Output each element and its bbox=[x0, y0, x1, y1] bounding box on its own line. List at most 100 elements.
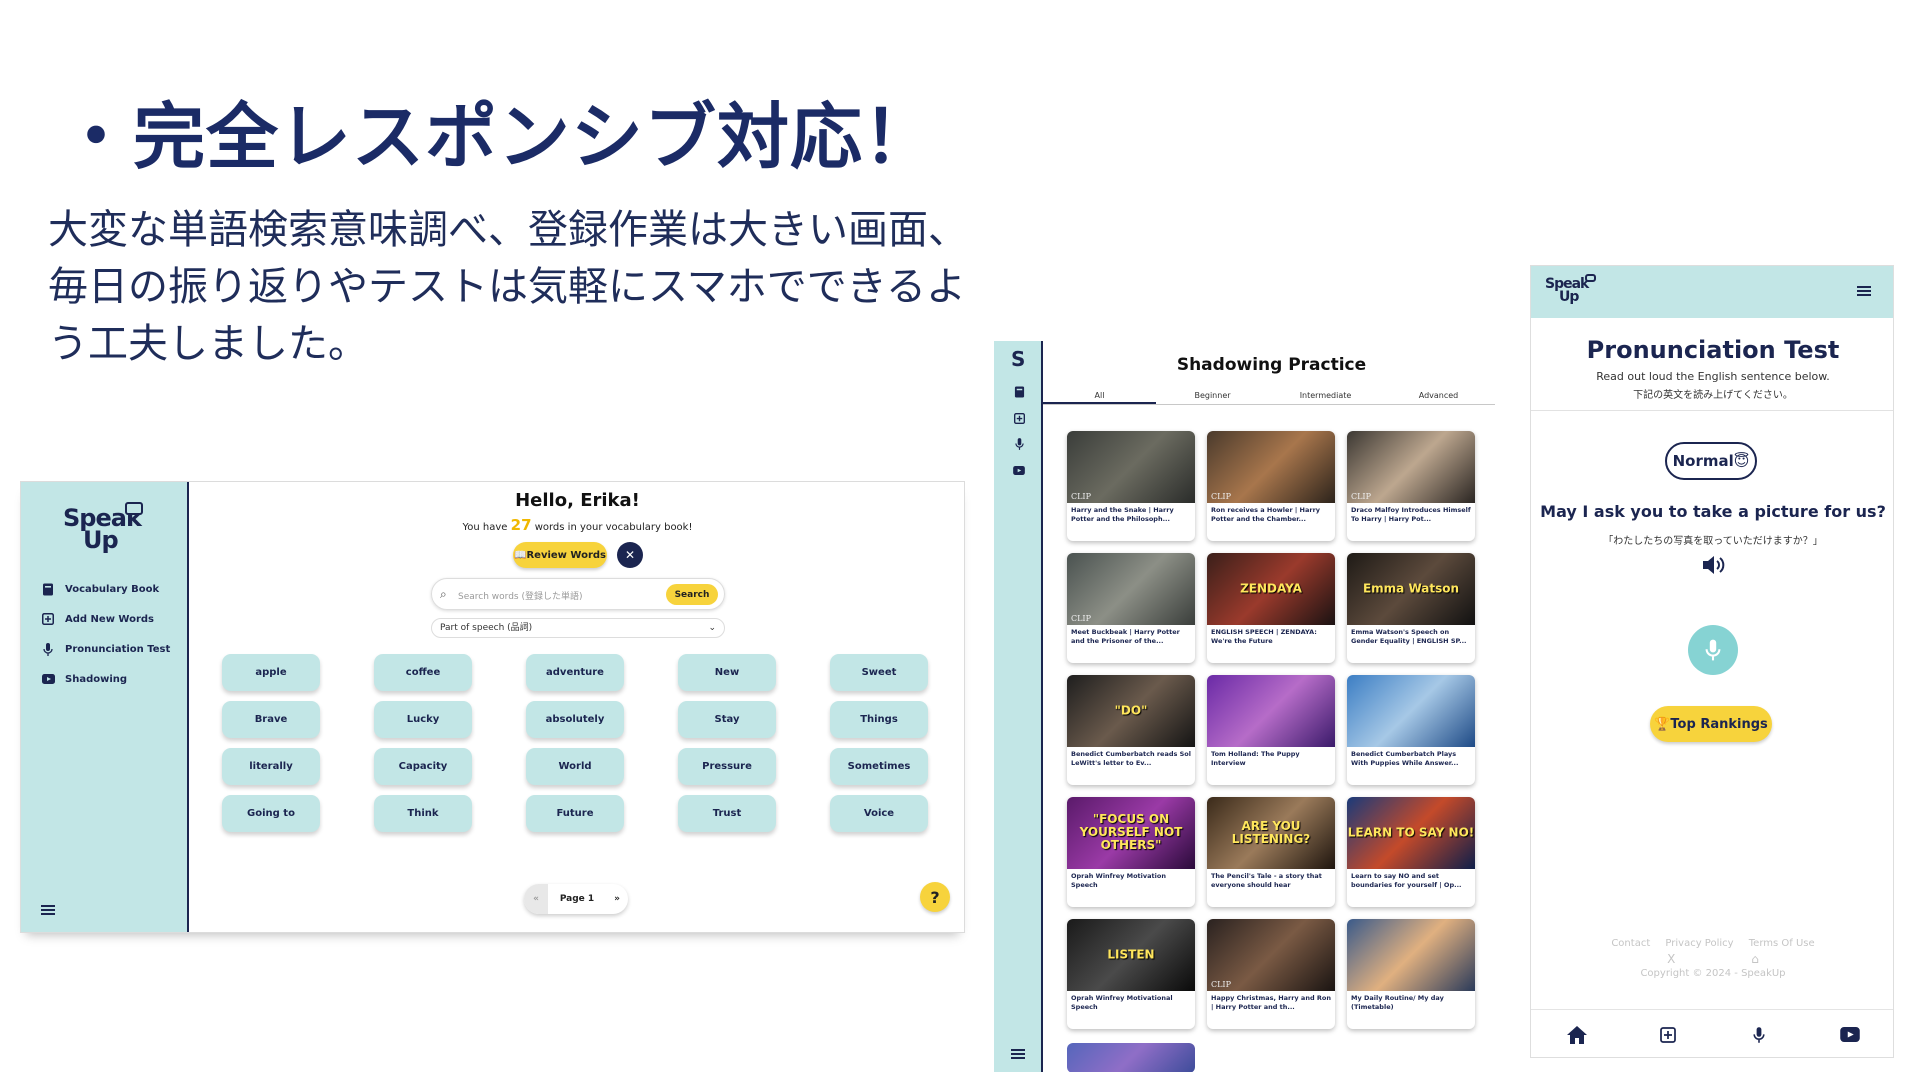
video-thumbnail[interactable] bbox=[1347, 919, 1475, 991]
video-thumbnail[interactable] bbox=[1207, 675, 1335, 747]
word-card[interactable]: World bbox=[526, 748, 624, 785]
video-card[interactable]: LISTEN Oprah Winfrey Motivational Speech bbox=[1067, 919, 1195, 1029]
video-thumbnail[interactable]: ZENDAYA bbox=[1207, 553, 1335, 625]
review-words-button[interactable]: 📖Review Words bbox=[513, 542, 607, 568]
microphone-icon[interactable] bbox=[1012, 437, 1026, 451]
search-button[interactable]: Search bbox=[666, 584, 718, 605]
github-icon[interactable]: ⌂ bbox=[1751, 952, 1759, 966]
video-card[interactable]: My Daily Routine/ My day (Timetable) bbox=[1347, 919, 1475, 1029]
description-line: 毎日の振り返りやテストは気軽にスマホでできるよ bbox=[48, 264, 966, 310]
video-title: Ron receives a Howler | Harry Potter and… bbox=[1211, 506, 1321, 523]
word-card[interactable]: coffee bbox=[374, 654, 472, 691]
tab-all[interactable]: All bbox=[1043, 389, 1156, 404]
word-card[interactable]: Think bbox=[374, 795, 472, 832]
help-button[interactable]: ? bbox=[920, 882, 950, 912]
speakup-logo[interactable]: Speak Up bbox=[1545, 274, 1596, 303]
next-page-button[interactable]: » bbox=[606, 894, 628, 904]
video-thumbnail[interactable]: CLIP bbox=[1067, 553, 1195, 625]
video-card[interactable]: CLIP Draco Malfoy Introduces Himself To H… bbox=[1347, 431, 1475, 541]
video-thumbnail[interactable] bbox=[1067, 1043, 1195, 1072]
word-card[interactable]: literally bbox=[222, 748, 320, 785]
word-card[interactable]: adventure bbox=[526, 654, 624, 691]
video-card[interactable]: "DO" Benedict Cumberbatch reads Sol LeWit… bbox=[1067, 675, 1195, 785]
home-icon[interactable] bbox=[1565, 1023, 1589, 1047]
sidebar-item-shadowing[interactable]: Shadowing bbox=[41, 664, 170, 694]
record-button[interactable] bbox=[1688, 625, 1738, 675]
hamburger-menu-icon[interactable] bbox=[41, 905, 55, 915]
video-thumbnail[interactable]: LISTEN bbox=[1067, 919, 1195, 991]
video-card[interactable]: "FOCUS ON YOURSELF NOT OTHERS" Oprah Winf… bbox=[1067, 797, 1195, 907]
video-card[interactable]: CLIP Happy Christmas, Harry and Ron | Har… bbox=[1207, 919, 1335, 1029]
footer-link-terms[interactable]: Terms Of Use bbox=[1749, 938, 1815, 949]
footer-link-privacy[interactable]: Privacy Policy bbox=[1665, 938, 1733, 949]
sidebar-item-add-new-words[interactable]: Add New Words bbox=[41, 604, 170, 634]
logo-letter[interactable]: S bbox=[1011, 347, 1025, 371]
microphone-icon[interactable] bbox=[1747, 1023, 1771, 1047]
tab-advanced[interactable]: Advanced bbox=[1382, 389, 1495, 404]
x-share-button[interactable]: ✕ bbox=[617, 542, 643, 568]
word-card[interactable]: Sometimes bbox=[830, 748, 928, 785]
video-thumbnail[interactable]: ARE YOU LISTENING? bbox=[1207, 797, 1335, 869]
description-line: 大変な単語検索意味調べ、登録作業は大きい画面、 bbox=[48, 207, 968, 253]
video-card[interactable]: LEARN TO SAY NO! Learn to say NO and set … bbox=[1347, 797, 1475, 907]
word-card[interactable]: Lucky bbox=[374, 701, 472, 738]
word-card[interactable]: Things bbox=[830, 701, 928, 738]
speech-bubble-icon bbox=[125, 502, 143, 515]
video-card[interactable]: ZENDAYA ENGLISH SPEECH | ZENDAYA: We're t… bbox=[1207, 553, 1335, 663]
slide-description: 大変な単語検索意味調べ、登録作業は大きい画面、 毎日の振り返りやテストは気軽にス… bbox=[48, 202, 1028, 373]
video-thumbnail[interactable] bbox=[1347, 675, 1475, 747]
prev-page-button[interactable]: « bbox=[524, 884, 548, 914]
sidebar-item-vocabulary-book[interactable]: Vocabulary Book bbox=[41, 574, 170, 604]
word-card[interactable]: Sweet bbox=[830, 654, 928, 691]
video-thumbnail[interactable]: LEARN TO SAY NO! bbox=[1347, 797, 1475, 869]
speaker-icon[interactable] bbox=[1701, 553, 1727, 577]
video-thumbnail[interactable]: "DO" bbox=[1067, 675, 1195, 747]
video-thumbnail[interactable]: Emma Watson bbox=[1347, 553, 1475, 625]
word-card[interactable]: apple bbox=[222, 654, 320, 691]
video-title: Happy Christmas, Harry and Ron | Harry P… bbox=[1211, 994, 1331, 1011]
book-icon[interactable] bbox=[1012, 385, 1026, 399]
word-card[interactable]: Pressure bbox=[678, 748, 776, 785]
video-card[interactable]: CLIP Harry and the Snake | Harry Potter a… bbox=[1067, 431, 1195, 541]
hamburger-menu-icon[interactable] bbox=[1857, 286, 1871, 296]
video-thumbnail[interactable]: CLIP bbox=[1207, 919, 1335, 991]
video-card[interactable]: Emma Watson Emma Watson's Speech on Gende… bbox=[1347, 553, 1475, 663]
video-card[interactable]: Tom Holland: The Puppy Interview bbox=[1207, 675, 1335, 785]
word-card[interactable]: Capacity bbox=[374, 748, 472, 785]
plus-square-icon[interactable] bbox=[1656, 1023, 1680, 1047]
sidebar-item-pronunciation-test[interactable]: Pronunciation Test bbox=[41, 634, 170, 664]
search-placeholder: Search words (登録した単語) bbox=[458, 592, 583, 602]
x-icon[interactable]: X bbox=[1667, 952, 1675, 966]
part-of-speech-select[interactable]: Part of speech (品詞) ⌄ bbox=[431, 618, 725, 638]
footer-link-contact[interactable]: Contact bbox=[1611, 938, 1650, 949]
word-card[interactable]: Future bbox=[526, 795, 624, 832]
plus-square-icon[interactable] bbox=[1012, 411, 1026, 425]
hamburger-menu-icon[interactable] bbox=[1011, 1049, 1025, 1059]
video-thumbnail[interactable]: CLIP bbox=[1207, 431, 1335, 503]
top-rankings-button[interactable]: 🏆Top Rankings bbox=[1650, 706, 1772, 742]
page-indicator: Page 1 bbox=[559, 894, 595, 904]
word-card[interactable]: Brave bbox=[222, 701, 320, 738]
word-card[interactable]: Stay bbox=[678, 701, 776, 738]
word-card[interactable]: absolutely bbox=[526, 701, 624, 738]
video-card[interactable]: CLIP Meet Buckbeak | Harry Potter and the… bbox=[1067, 553, 1195, 663]
word-card[interactable]: Voice bbox=[830, 795, 928, 832]
word-card[interactable]: Going to bbox=[222, 795, 320, 832]
video-card[interactable]: CLIP Ron receives a Howler | Harry Potter… bbox=[1207, 431, 1335, 541]
word-card[interactable]: New bbox=[678, 654, 776, 691]
video-icon[interactable] bbox=[1012, 463, 1026, 477]
video-thumbnail[interactable]: CLIP bbox=[1067, 431, 1195, 503]
difficulty-badge[interactable]: Normal😇 bbox=[1665, 442, 1757, 480]
video-card[interactable]: ARE YOU LISTENING? The Pencil's Tale - a … bbox=[1207, 797, 1335, 907]
word-card[interactable]: Trust bbox=[678, 795, 776, 832]
test-sentence-translation: 「わたしたちの写真を取っていただけますか？」 bbox=[1603, 536, 1823, 547]
tab-intermediate[interactable]: Intermediate bbox=[1269, 389, 1382, 404]
tab-beginner[interactable]: Beginner bbox=[1156, 389, 1269, 404]
video-icon[interactable] bbox=[1838, 1023, 1862, 1047]
video-card[interactable]: Benedict Cumberbatch Plays With Puppies … bbox=[1347, 675, 1475, 785]
speakup-logo[interactable]: Speak Up bbox=[63, 502, 143, 551]
video-thumbnail[interactable]: "FOCUS ON YOURSELF NOT OTHERS" bbox=[1067, 797, 1195, 869]
video-thumbnail[interactable]: CLIP bbox=[1347, 431, 1475, 503]
thumbnail-caption: Emma Watson bbox=[1362, 581, 1460, 596]
search-input[interactable]: ⌕ Search words (登録した単語) Search bbox=[431, 578, 725, 610]
